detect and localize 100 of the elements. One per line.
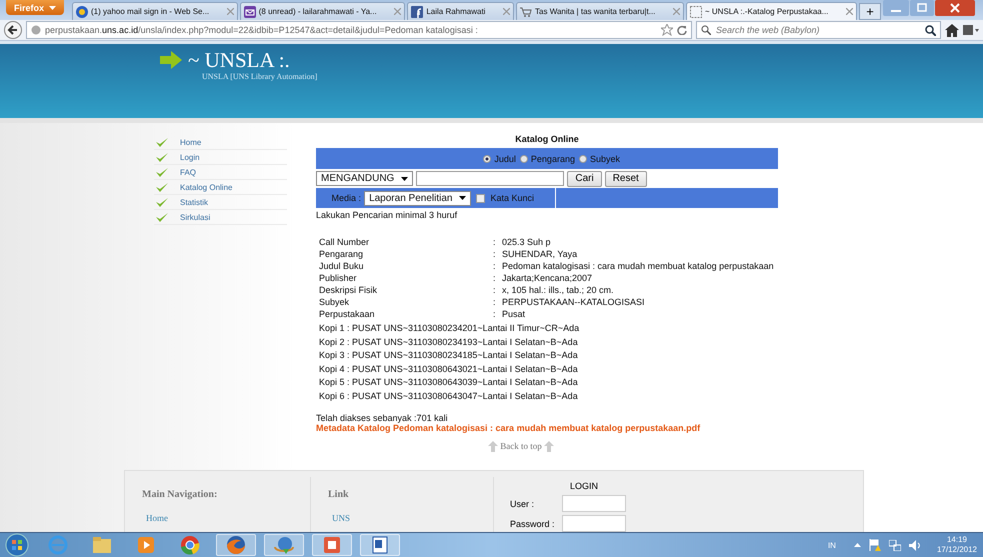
keyword-checkbox[interactable]: Kata Kunci [476, 193, 534, 203]
login-input[interactable] [562, 495, 626, 512]
detail-label: Call Number [319, 236, 370, 248]
arrow-icon [160, 51, 182, 69]
browser-tab[interactable]: Laila Rahmawati [407, 2, 514, 20]
browser-tab[interactable]: (8 unread) - lailarahmawati - Ya... [240, 2, 406, 20]
match-dropdown[interactable]: MENGANDUNG [316, 171, 414, 186]
maximize-icon[interactable] [910, 0, 934, 16]
language-indicator[interactable]: IN [828, 540, 836, 550]
site-subtitle: UNSLA [UNS Library Automation] [202, 72, 318, 81]
separator-colon: : [493, 272, 497, 284]
play-icon[interactable] [135, 535, 157, 555]
detail-label: Perpustakaan [319, 308, 376, 320]
detail-label: Pengarang [319, 248, 364, 260]
sidebar-link[interactable]: Sirkulasi [180, 212, 210, 222]
checkmark-icon [156, 197, 168, 207]
up-arrow-icon [488, 440, 498, 452]
separator-colon: : [493, 248, 497, 260]
clock[interactable]: 14:19 17/12/2012 [936, 535, 977, 555]
footer-link[interactable]: Home [142, 512, 310, 523]
search-icon[interactable] [925, 24, 936, 36]
close-icon[interactable] [846, 8, 853, 15]
radio-icon[interactable] [483, 154, 492, 162]
detail-label: Judul Buku [319, 260, 365, 272]
search-hint: Lakukan Pencarian minimal 3 huruf [316, 210, 458, 220]
cart-icon [520, 6, 532, 18]
detail-value: PERPUSTAKAAN--KATALOGISASI [502, 296, 645, 308]
copy-entry: Kopi 2 : PUSAT UNS~31103080234193~Lantai I Selatan~B~Ada [319, 336, 579, 349]
sidebar-link[interactable]: Login [180, 152, 200, 162]
close-icon[interactable] [394, 8, 402, 15]
close-icon[interactable] [226, 8, 234, 15]
blank-page-icon [690, 6, 702, 18]
copy-entry: Kopi 3 : PUSAT UNS~31103080234185~Lantai I Selatan~B~Ada [319, 349, 579, 362]
login-input[interactable] [562, 515, 626, 532]
checkmark-icon [156, 152, 168, 162]
browser-tab[interactable]: (1) yahoo mail sign in - Web Se... [72, 2, 238, 20]
media-label: Media : [332, 193, 362, 203]
login-label: User : [510, 498, 536, 509]
minimize-icon[interactable] [883, 0, 909, 16]
checkmark-icon [156, 182, 168, 192]
browser-tab[interactable]: ~ UNSLA :.-Katalog Perpustakaa... [686, 2, 857, 20]
footer-link[interactable]: UNS [328, 512, 493, 523]
separator-colon: : [493, 308, 497, 320]
address-bar[interactable]: perpustakaan.uns.ac.id/unsla/index.php?modul=22&idbib=P12547&act=detail&judul=Pedoman katalogisasi : [26, 21, 692, 39]
search-by-radio[interactable]: Subyek [578, 154, 620, 164]
detail-value: Pedoman katalogisasi : cara mudah membuat katalog perpustakaan [502, 260, 774, 272]
close-icon[interactable] [503, 8, 510, 15]
star-icon[interactable] [661, 24, 673, 36]
envelope-icon [244, 6, 256, 18]
detail-value: SUHENDAR, Yaya [502, 248, 578, 260]
detail-value: Jakarta;Kencana;2007 [502, 272, 592, 284]
up-triangle-icon[interactable] [854, 543, 861, 547]
search-icon [701, 25, 711, 35]
copy-entry: Kopi 4 : PUSAT UNS~31103080643021~Lantai I Selatan~B~Ada [319, 362, 579, 376]
firefox-menu-button[interactable]: Firefox [6, 0, 64, 15]
browser-tab[interactable]: Tas Wanita | tas wanita terbaru|t... [516, 2, 684, 20]
separator-colon: : [493, 284, 497, 296]
globe-arrow-icon[interactable] [273, 535, 295, 555]
network-icon[interactable] [888, 540, 901, 550]
close-icon[interactable] [935, 0, 975, 16]
detail-label: Subyek [319, 296, 350, 308]
toolbar-menu-icon[interactable] [963, 24, 979, 36]
back-to-top-link[interactable]: Back to top [488, 440, 554, 452]
sidebar-link[interactable]: Statistik [180, 198, 208, 206]
sidebar-link[interactable]: Home [180, 138, 202, 146]
search-by-radio[interactable]: Judul [483, 154, 516, 164]
footer-heading: Main Navigation: [142, 488, 218, 500]
search-box[interactable]: Search the web (Babylon) [696, 21, 941, 39]
caret-icon [459, 196, 466, 200]
checkmark-icon [156, 167, 168, 177]
fox-globe-icon[interactable] [225, 535, 247, 555]
radio-icon[interactable] [578, 154, 587, 162]
speaker-icon[interactable] [908, 540, 921, 550]
login-label: Password : [510, 518, 556, 529]
home-icon[interactable] [945, 24, 959, 36]
radio-icon[interactable] [520, 154, 528, 162]
sidebar-link[interactable]: FAQ [180, 168, 196, 176]
detail-label: Deskripsi Fisik [319, 284, 378, 296]
checkmark-icon [156, 212, 168, 222]
separator-colon: : [493, 236, 497, 248]
search-by-radio[interactable]: Pengarang [520, 154, 575, 164]
flag-icon[interactable] [868, 539, 881, 551]
search-button[interactable]: Cari [567, 170, 602, 186]
new-tab-button[interactable]: + [859, 3, 881, 20]
detail-value: x, 105 hal.: ills., tab.; 20 cm. [502, 284, 614, 296]
checkmark-icon [156, 137, 168, 147]
media-dropdown[interactable]: Laporan Penelitian [364, 190, 472, 206]
login-title: LOGIN [570, 480, 600, 491]
query-input[interactable] [416, 171, 564, 186]
sidebar-link[interactable]: Katalog Online [180, 182, 232, 192]
reload-icon[interactable] [677, 25, 687, 35]
close-icon[interactable] [673, 8, 680, 15]
checkbox-icon[interactable] [476, 194, 486, 202]
presentation-icon[interactable] [321, 535, 343, 555]
back-icon[interactable] [4, 21, 22, 39]
metadata-link[interactable]: Metadata Katalog Pedoman katalogisasi : cara mudah membuat katalog perpustakaan.pdf [316, 422, 786, 433]
site-title: ~ UNSLA :. [188, 48, 290, 72]
search-button[interactable]: Reset [604, 170, 647, 186]
folder-icon[interactable] [91, 535, 113, 555]
window-controls[interactable] [883, 0, 975, 16]
